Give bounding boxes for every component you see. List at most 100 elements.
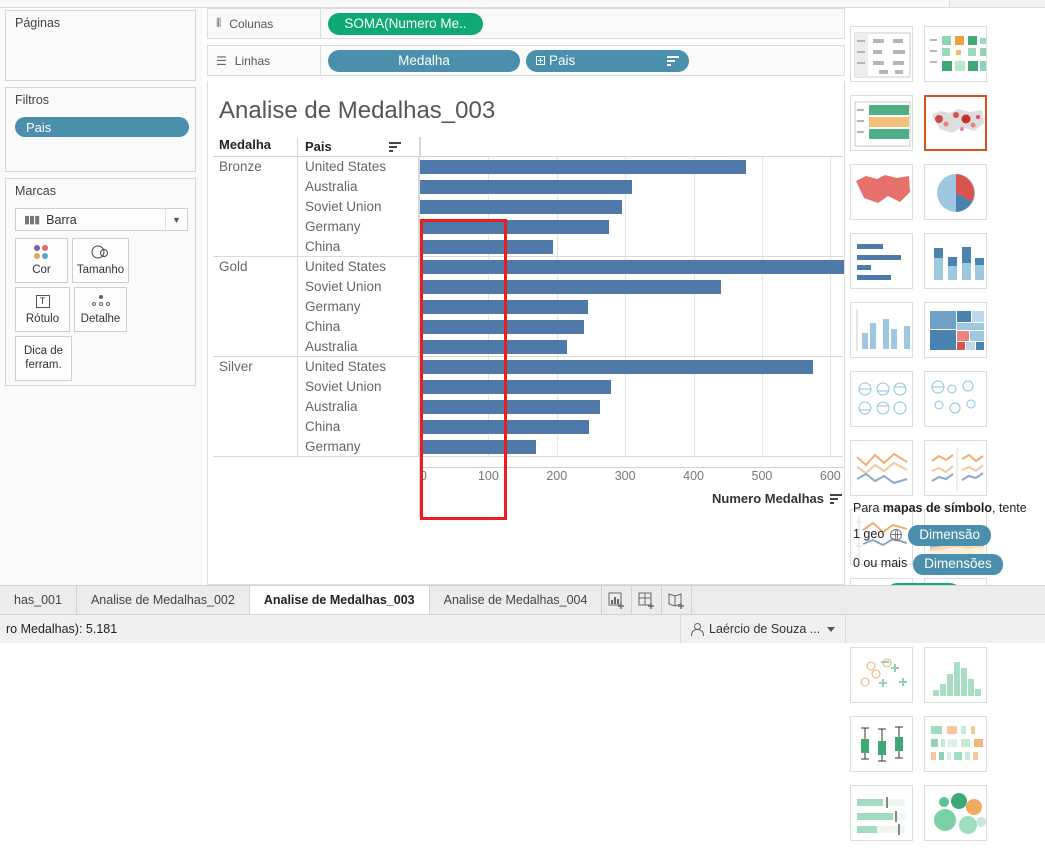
show-me-scatter-plot[interactable] bbox=[850, 647, 913, 703]
mark-type-dropdown[interactable]: ▮▮▮ Barra ▼ bbox=[15, 208, 188, 231]
country-label: Australia bbox=[305, 399, 358, 414]
marks-card: Marcas ▮▮▮ Barra ▼ Cor Tamanho T Rótulo bbox=[5, 178, 196, 386]
show-me-bullet-graph[interactable] bbox=[850, 785, 913, 841]
chevron-down-icon-user[interactable] bbox=[827, 626, 836, 632]
table-row[interactable]: China bbox=[213, 237, 843, 257]
table-row[interactable]: Australia bbox=[213, 337, 843, 357]
mark-type-value: Barra bbox=[46, 212, 77, 227]
left-panel: Páginas Filtros Pais Marcas ▮▮▮ Barra ▼ … bbox=[0, 8, 202, 585]
sort-icon-axis[interactable] bbox=[830, 493, 842, 504]
worksheet-tab[interactable]: Analise de Medalhas_002 bbox=[76, 586, 250, 614]
country-label: Australia bbox=[305, 179, 358, 194]
show-me-histogram[interactable] bbox=[924, 647, 987, 703]
user-menu[interactable]: Laércio de Souza ... bbox=[680, 615, 847, 643]
sort-icon[interactable] bbox=[667, 55, 679, 66]
rows-label-text: Linhas bbox=[234, 53, 271, 68]
country-label: United States bbox=[305, 359, 387, 374]
show-me-filled-map[interactable] bbox=[850, 164, 913, 220]
marks-label-label: Rótulo bbox=[25, 312, 60, 325]
requirement-row-2: 0 ou mais Dimensões bbox=[853, 553, 1045, 575]
marks-size-button[interactable]: Tamanho bbox=[72, 238, 129, 283]
new-story-icon[interactable] bbox=[662, 586, 693, 614]
country-label: Soviet Union bbox=[305, 379, 382, 394]
column-header-medalha[interactable]: Medalha bbox=[213, 137, 298, 156]
table-row[interactable]: Australia bbox=[213, 397, 843, 417]
new-worksheet-icon[interactable] bbox=[602, 586, 633, 614]
show-me-thumbnails bbox=[850, 26, 1045, 854]
country-label: China bbox=[305, 419, 341, 434]
show-me-heat-map[interactable] bbox=[924, 26, 987, 82]
show-me-treemap[interactable] bbox=[924, 302, 987, 358]
bar[interactable] bbox=[420, 160, 747, 174]
show-me-stacked-bars[interactable] bbox=[924, 233, 987, 289]
table-row[interactable]: Australia bbox=[213, 177, 843, 197]
show-me-side-by-side-bars[interactable] bbox=[850, 302, 913, 358]
table-row[interactable]: Soviet Union bbox=[213, 277, 843, 297]
table-row[interactable]: Germany bbox=[213, 217, 843, 237]
show-me-gantt[interactable] bbox=[924, 716, 987, 772]
filter-pill-pais[interactable]: Pais bbox=[15, 117, 189, 137]
marks-detail-button[interactable]: Detalhe bbox=[74, 287, 127, 332]
expand-plus-icon[interactable] bbox=[536, 56, 545, 65]
worksheet-tab-bar: has_001 Analise de Medalhas_002 Analise de… bbox=[0, 585, 1045, 614]
new-dashboard-icon[interactable] bbox=[632, 586, 663, 614]
table-row[interactable]: China bbox=[213, 417, 843, 437]
show-me-side-by-side-circles[interactable] bbox=[924, 371, 987, 427]
columns-icon: ⦀ bbox=[216, 16, 223, 30]
marks-tooltip-label: Dica de ferram. bbox=[24, 345, 63, 371]
show-me-panel: Para mapas de símbolo, tente 1 geo Dimen… bbox=[850, 8, 1045, 841]
requirement-pill-1: Dimensão bbox=[908, 524, 992, 546]
bar[interactable] bbox=[420, 180, 632, 194]
pill-medalha[interactable]: Medalha bbox=[328, 49, 520, 72]
show-me-circle-views[interactable] bbox=[850, 371, 913, 427]
table-row[interactable]: Soviet Union bbox=[213, 197, 843, 217]
country-label: Germany bbox=[305, 219, 361, 234]
marks-tooltip-button[interactable]: Dica de ferram. bbox=[15, 336, 72, 381]
table-row[interactable]: Soviet Union bbox=[213, 377, 843, 397]
highlight-rectangle bbox=[420, 219, 507, 520]
show-me-horizontal-bars[interactable] bbox=[850, 233, 913, 289]
table-row[interactable]: United States bbox=[213, 257, 844, 277]
pill-pais[interactable]: Pais bbox=[526, 49, 689, 72]
show-me-highlight-table[interactable] bbox=[850, 95, 913, 151]
table-row[interactable]: Germany bbox=[213, 437, 843, 457]
axis-tick-label: 300 bbox=[614, 469, 636, 483]
detail-dots-icon bbox=[91, 293, 111, 310]
table-row[interactable]: United States bbox=[213, 157, 843, 177]
sort-icon-pais[interactable] bbox=[389, 141, 401, 152]
column-header-pais[interactable]: Pais bbox=[299, 137, 419, 156]
column-header-blank bbox=[420, 137, 843, 156]
requirement-pill-2: Dimensões bbox=[913, 553, 1003, 575]
country-label: Germany bbox=[305, 439, 361, 454]
country-label: Germany bbox=[305, 299, 361, 314]
show-me-discrete-lines[interactable] bbox=[924, 440, 987, 496]
page-title: Analise de Medalhas_003 bbox=[219, 97, 496, 124]
medal-group: Silver United States Soviet Union Australia… bbox=[213, 357, 843, 457]
show-me-box-and-whisker[interactable] bbox=[850, 716, 913, 772]
marks-color-button[interactable]: Cor bbox=[15, 238, 68, 283]
show-me-symbol-map[interactable] bbox=[924, 95, 987, 151]
chevron-down-icon[interactable]: ▼ bbox=[165, 209, 187, 230]
worksheet-tab[interactable]: Analise de Medalhas_004 bbox=[429, 586, 603, 614]
chart-grid: Bronze United States Australia Soviet Union… bbox=[213, 157, 844, 467]
worksheet-tab[interactable]: has_001 bbox=[0, 586, 77, 614]
show-me-packed-bubbles[interactable] bbox=[924, 785, 987, 841]
user-icon bbox=[691, 623, 704, 636]
table-row[interactable]: United States bbox=[213, 357, 843, 377]
show-me-pie-chart[interactable] bbox=[924, 164, 987, 220]
bar[interactable] bbox=[420, 200, 623, 214]
columns-label-text: Colunas bbox=[229, 16, 274, 31]
pill-soma-numero-medalhas[interactable]: SOMA(Numero Me.. bbox=[328, 12, 483, 35]
worksheet-tab[interactable]: Analise de Medalhas_003 bbox=[249, 586, 430, 614]
show-me-text-table[interactable] bbox=[850, 26, 913, 82]
country-label: China bbox=[305, 319, 341, 334]
medal-group: Gold United States Soviet Union Germany Chin… bbox=[213, 257, 844, 357]
hint-suffix: , tente bbox=[991, 501, 1027, 515]
requirement-row-1: 1 geo Dimensão bbox=[853, 524, 1045, 546]
table-row[interactable]: Germany bbox=[213, 297, 843, 317]
marks-label-button[interactable]: T Rótulo bbox=[15, 287, 70, 332]
rows-shelf[interactable]: ☰ Linhas Medalha Pais bbox=[207, 45, 845, 76]
columns-shelf[interactable]: ⦀ Colunas SOMA(Numero Me.. bbox=[207, 8, 845, 39]
table-row[interactable]: China bbox=[213, 317, 843, 337]
show-me-continuous-lines[interactable] bbox=[850, 440, 913, 496]
